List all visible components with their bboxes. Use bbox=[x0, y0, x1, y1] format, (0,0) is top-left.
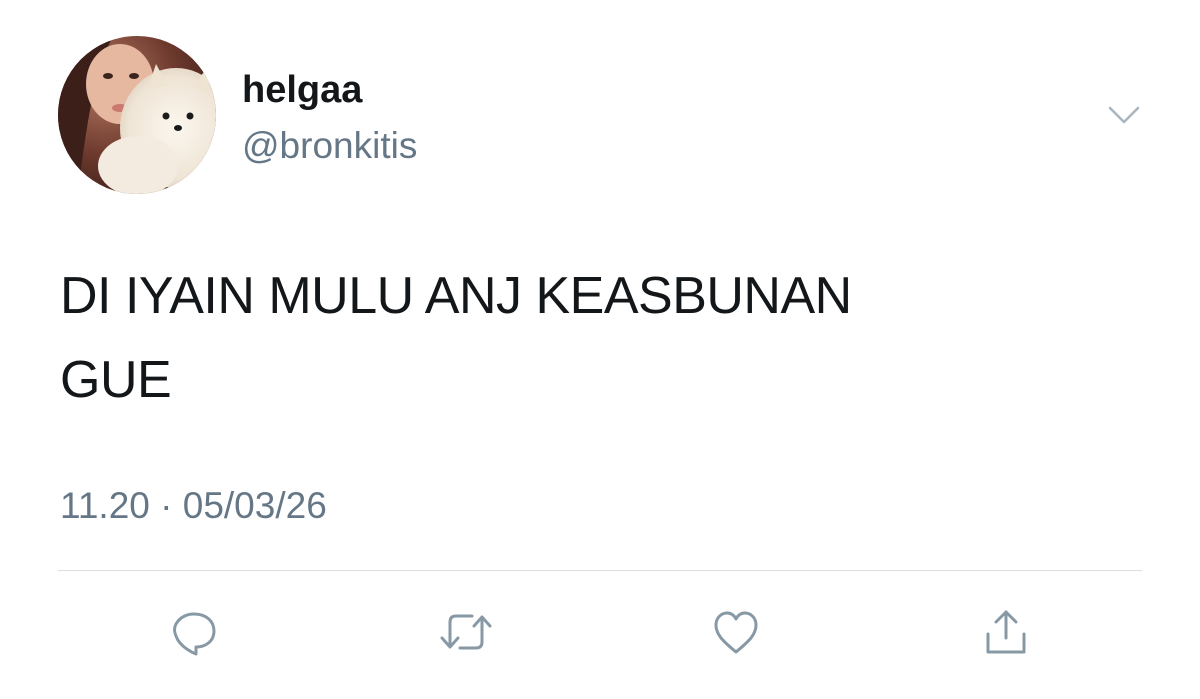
divider bbox=[58, 570, 1142, 571]
tweet-date: 05/03/26 bbox=[182, 485, 327, 526]
share-icon bbox=[986, 610, 1026, 654]
like-icon bbox=[714, 611, 758, 654]
display-name[interactable]: helgaa bbox=[242, 68, 362, 112]
share-button[interactable] bbox=[976, 602, 1036, 662]
retweet-icon bbox=[440, 614, 492, 650]
action-bar bbox=[0, 602, 1200, 662]
avatar[interactable] bbox=[58, 36, 216, 194]
tweet-timestamp[interactable]: 11.20 · 05/03/26 bbox=[60, 484, 327, 528]
avatar-photo bbox=[58, 36, 216, 194]
tweet-text-line: GUE bbox=[60, 351, 172, 409]
chevron-down-icon[interactable] bbox=[1106, 100, 1142, 128]
user-handle[interactable]: @bronkitis bbox=[242, 124, 417, 168]
like-button[interactable] bbox=[706, 602, 766, 662]
tweet-card: helgaa @bronkitis DI IYAIN MULU ANJ KEAS… bbox=[0, 0, 1200, 699]
tweet-text: DI IYAIN MULU ANJ KEASBUNAN GUE bbox=[60, 254, 1060, 422]
retweet-button[interactable] bbox=[436, 602, 496, 662]
reply-icon bbox=[173, 612, 216, 656]
timestamp-separator: · bbox=[160, 485, 173, 526]
reply-button[interactable] bbox=[164, 602, 224, 662]
tweet-text-line: DI IYAIN MULU ANJ KEASBUNAN bbox=[60, 267, 852, 325]
tweet-time: 11.20 bbox=[60, 485, 150, 526]
